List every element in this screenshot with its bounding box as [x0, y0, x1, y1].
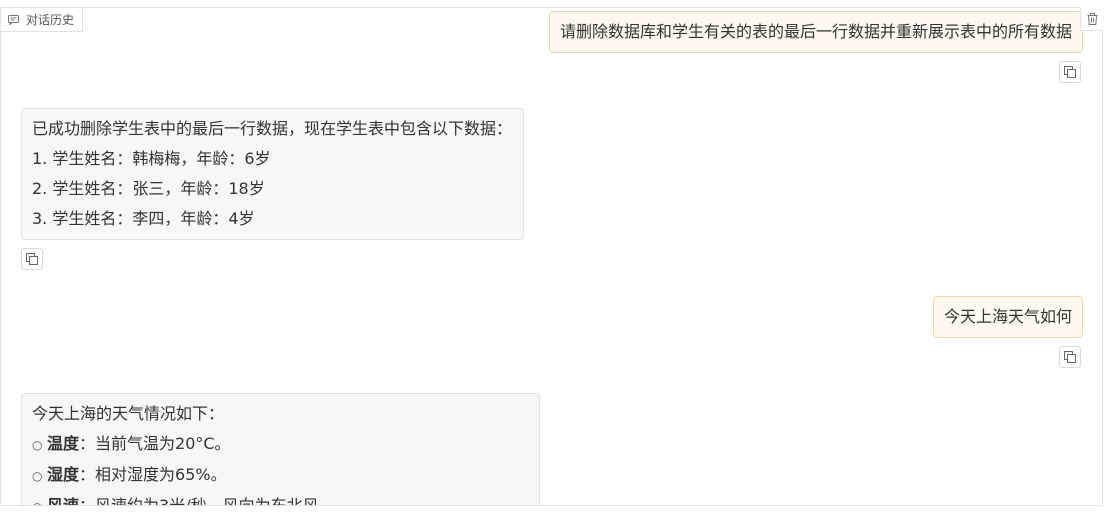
- message-line: 3. 学生姓名：李四，年龄：4岁: [32, 209, 255, 228]
- list-item-label: 湿度: [47, 465, 80, 484]
- list-item: ○ 温度：当前气温为20°C。: [32, 429, 529, 460]
- conversation-history-label: 对话历史: [26, 13, 75, 27]
- conversation-history-tab[interactable]: 对话历史: [1, 8, 84, 32]
- user-message: 请删除数据库和学生有关的表的最后一行数据并重新展示表中的所有数据: [549, 11, 1084, 53]
- copy-button[interactable]: [21, 248, 43, 270]
- assistant-message: 已成功删除学生表中的最后一行数据，现在学生表中包含以下数据： 1. 学生姓名：韩…: [21, 108, 524, 240]
- circle-bullet: ○: [32, 469, 43, 483]
- user-message-text: 今天上海天气如何: [944, 307, 1073, 326]
- assistant-message: 今天上海的天气情况如下： ○ 温度：当前气温为20°C。 ○ 湿度：相对湿度为65%…: [21, 393, 540, 506]
- list-item-text: ：风速约为3米/秒，风向为东北风。: [79, 496, 335, 506]
- list-item-text: ：当前气温为20°C。: [79, 434, 231, 453]
- message-line: 已成功删除学生表中的最后一行数据，现在学生表中包含以下数据：: [32, 119, 513, 138]
- copy-button[interactable]: [1059, 346, 1081, 368]
- chat-history-icon: [8, 14, 19, 25]
- message-line: 今天上海的天气情况如下：: [32, 404, 225, 423]
- trash-icon: [1087, 12, 1097, 25]
- copy-icon: [26, 253, 38, 265]
- user-message: 今天上海天气如何: [933, 296, 1084, 338]
- circle-bullet: ○: [32, 438, 43, 452]
- message-line: 1. 学生姓名：韩梅梅，年龄：6岁: [32, 149, 271, 168]
- copy-icon: [1064, 66, 1076, 78]
- copy-button[interactable]: [1059, 61, 1081, 83]
- list-item-label: 风速: [47, 496, 80, 506]
- list-item-text: ：相对湿度为65%。: [79, 465, 227, 484]
- list-item-label: 温度: [47, 434, 80, 453]
- user-message-text: 请删除数据库和学生有关的表的最后一行数据并重新展示表中的所有数据: [560, 22, 1073, 41]
- message-line: 2. 学生姓名：张三，年龄：18岁: [32, 179, 265, 198]
- list-item: ○风速：风速约为3米/秒，风向为东北风。: [32, 491, 529, 506]
- clear-history-button[interactable]: [1080, 7, 1103, 31]
- copy-icon: [1064, 351, 1076, 363]
- list-item: ○ 湿度：相对湿度为65%。: [32, 460, 529, 491]
- circle-bullet: ○: [32, 492, 47, 505]
- chat-panel: 对话历史 请删除数据库和学生有关的表的最后一行数据并重新展示表中的所有数据 已成…: [0, 7, 1103, 506]
